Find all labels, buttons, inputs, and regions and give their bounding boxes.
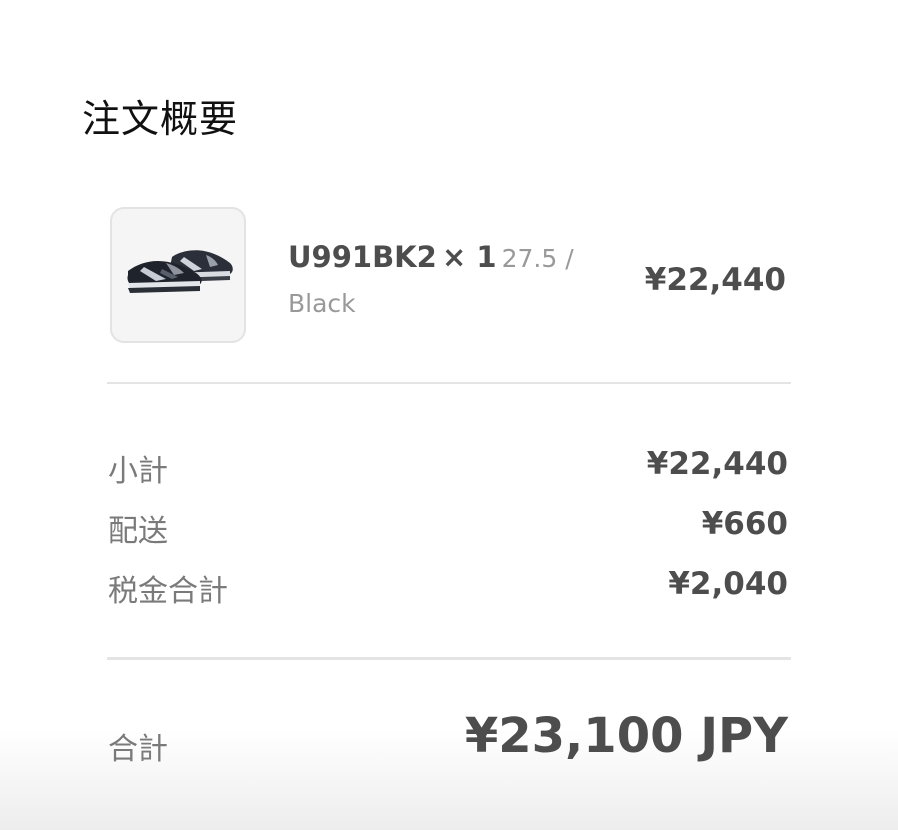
tax-total-value: ¥2,040 [668, 566, 788, 602]
total-label: 合計 [108, 732, 168, 767]
product-variant-color: Black [288, 289, 356, 318]
tax-total-label: 税金合計 [108, 574, 228, 609]
subtotal-label: 小計 [108, 454, 168, 489]
product-price: ¥22,440 [644, 262, 786, 298]
total-value: ¥23,100 JPY [464, 708, 788, 764]
shipping-value: ¥660 [701, 506, 788, 542]
divider [107, 657, 791, 660]
order-summary-page: 注文概要 U991BK2 × 1 27.5 / Black ¥22,440 小計… [0, 0, 898, 830]
product-quantity: × 1 [441, 240, 497, 274]
shipping-label: 配送 [108, 514, 168, 549]
product-name: U991BK2 [288, 240, 437, 274]
subtotal-value: ¥22,440 [646, 446, 788, 482]
product-variant-size: 27.5 / [501, 244, 574, 273]
sneaker-product-image [127, 250, 233, 293]
divider [107, 382, 791, 384]
product-thumbnail [110, 207, 246, 343]
product-details: U991BK2 × 1 27.5 / Black [288, 236, 608, 328]
order-summary-title: 注文概要 [82, 97, 239, 141]
